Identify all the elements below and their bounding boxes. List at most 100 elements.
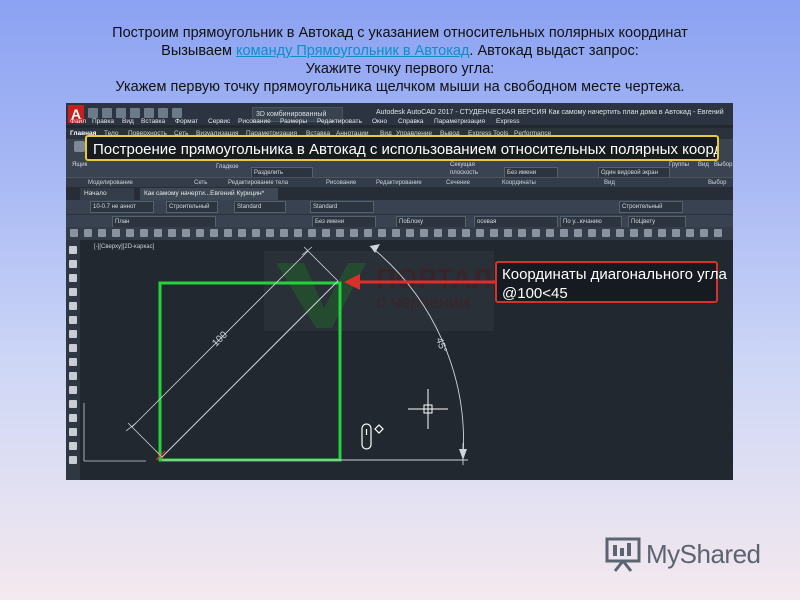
menu-item[interactable]: Express — [496, 116, 519, 127]
tool-icon[interactable] — [364, 229, 372, 237]
autocad-window: ПОРТАЛ о черчении 100 45° A 3D комбиниро… — [66, 103, 733, 480]
tool-icon[interactable] — [392, 229, 400, 237]
tool-icon[interactable] — [126, 229, 134, 237]
coordinates-callout-title: Координаты диагонального угла — [502, 266, 727, 283]
text-style-select[interactable]: Строительный — [166, 201, 218, 213]
arc-tool-icon[interactable] — [69, 302, 77, 310]
menu-item[interactable]: Вид — [122, 116, 134, 127]
box-icon[interactable] — [74, 141, 85, 152]
tool-icon[interactable] — [504, 229, 512, 237]
spline-tool-icon[interactable] — [69, 330, 77, 338]
tool-icon[interactable] — [140, 229, 148, 237]
tool-icon[interactable] — [238, 229, 246, 237]
tool-icon[interactable] — [630, 229, 638, 237]
annotation-scale-select[interactable]: 10-0.7 не аннот — [90, 201, 154, 213]
tool-icon[interactable] — [252, 229, 260, 237]
menu-item[interactable]: Формат — [175, 116, 198, 127]
menu-item[interactable]: Окно — [372, 116, 387, 127]
tool-icon[interactable] — [532, 229, 540, 237]
menu-item[interactable]: Вставка — [141, 116, 165, 127]
polygon-tool-icon[interactable] — [69, 274, 77, 282]
tool-icon[interactable] — [196, 229, 204, 237]
point-tool-icon[interactable] — [69, 372, 77, 380]
circle-tool-icon[interactable] — [69, 316, 77, 324]
tool-icon[interactable] — [266, 229, 274, 237]
mleader-style-select[interactable]: Строительный — [619, 201, 683, 213]
crosshair-cursor — [408, 389, 448, 429]
tool-icon[interactable] — [700, 229, 708, 237]
insert-block-icon[interactable] — [69, 358, 77, 366]
tool-icon[interactable] — [476, 229, 484, 237]
tool-icon[interactable] — [588, 229, 596, 237]
tool-icon[interactable] — [112, 229, 120, 237]
mtext-tool-icon[interactable] — [69, 442, 77, 450]
tool-icon[interactable] — [350, 229, 358, 237]
tool-icon[interactable] — [490, 229, 498, 237]
viewport-controls[interactable]: [-][Сверху][2D-каркас] — [94, 244, 154, 250]
dimension-angle-label: 45° — [433, 336, 449, 354]
tool-icon[interactable] — [546, 229, 554, 237]
menu-item[interactable]: Рисование — [238, 116, 271, 127]
tool-icon[interactable] — [280, 229, 288, 237]
tool-icon[interactable] — [378, 229, 386, 237]
tool-icon[interactable] — [154, 229, 162, 237]
ribbon-label-box: Ящик — [72, 162, 88, 168]
tool-icon[interactable] — [322, 229, 330, 237]
tool-icon[interactable] — [308, 229, 316, 237]
tool-icon[interactable] — [602, 229, 610, 237]
tool-icon[interactable] — [70, 229, 78, 237]
move-tool-icon[interactable] — [69, 456, 77, 464]
ribbon-label-section-plane: Секущая плоскость — [450, 162, 479, 176]
tool-icon[interactable] — [336, 229, 344, 237]
tool-icon[interactable] — [448, 229, 456, 237]
table-style-select[interactable]: Standard — [310, 201, 374, 213]
tab-drawing[interactable]: Как самому начерти...Евгений Курицин* — [140, 188, 278, 200]
tool-icon[interactable] — [462, 229, 470, 237]
rectangle-tool-icon[interactable] — [69, 288, 77, 296]
intro-line-4: Укажем первую точку прямоугольника щелчк… — [115, 79, 685, 95]
tool-icon[interactable] — [560, 229, 568, 237]
mouse-cursor — [361, 423, 384, 450]
tool-icon[interactable] — [294, 229, 302, 237]
menu-item[interactable]: Сервис — [208, 116, 230, 127]
region-tool-icon[interactable] — [69, 414, 77, 422]
tool-icon[interactable] — [406, 229, 414, 237]
intro-line-1: Построим прямоугольник в Автокад с указа… — [112, 25, 688, 41]
tool-icon[interactable] — [616, 229, 624, 237]
tool-icon[interactable] — [182, 229, 190, 237]
tool-icon[interactable] — [658, 229, 666, 237]
tool-icon[interactable] — [518, 229, 526, 237]
dim-style-select[interactable]: Standard — [234, 201, 286, 213]
menu-item[interactable]: Файл — [70, 116, 86, 127]
tool-icon[interactable] — [168, 229, 176, 237]
menu-item[interactable]: Редактировать — [317, 116, 362, 127]
tool-icon[interactable] — [644, 229, 652, 237]
tool-icon[interactable] — [574, 229, 582, 237]
line-tool-icon[interactable] — [69, 246, 77, 254]
menu-item[interactable]: Правка — [92, 116, 114, 127]
tool-icon[interactable] — [84, 229, 92, 237]
tool-icon[interactable] — [98, 229, 106, 237]
tool-icon[interactable] — [420, 229, 428, 237]
tool-icon[interactable] — [434, 229, 442, 237]
tool-icon[interactable] — [714, 229, 722, 237]
brand-name: MyShared — [646, 539, 761, 569]
polyline-tool-icon[interactable] — [69, 260, 77, 268]
tool-icon[interactable] — [686, 229, 694, 237]
hatch-tool-icon[interactable] — [69, 386, 77, 394]
menu-item[interactable]: Параметризация — [434, 116, 485, 127]
tool-icon[interactable] — [210, 229, 218, 237]
ribbon-label-select: Выбор — [714, 162, 733, 168]
table-tool-icon[interactable] — [69, 428, 77, 436]
menu-item[interactable]: Справка — [398, 116, 424, 127]
rectangle-command-link[interactable]: команду Прямоугольник в Автокад — [236, 43, 469, 59]
tab-start[interactable]: Начало — [80, 188, 134, 200]
tool-icon[interactable] — [672, 229, 680, 237]
watermark-subtitle: о черчении — [376, 292, 469, 312]
tool-icon[interactable] — [224, 229, 232, 237]
gradient-tool-icon[interactable] — [69, 400, 77, 408]
menu-item[interactable]: Размеры — [280, 116, 307, 127]
diagonal-line — [161, 280, 339, 458]
ellipse-tool-icon[interactable] — [69, 344, 77, 352]
menu-bar: Файл Правка Вид Вставка Формат Сервис Ри… — [66, 116, 733, 128]
